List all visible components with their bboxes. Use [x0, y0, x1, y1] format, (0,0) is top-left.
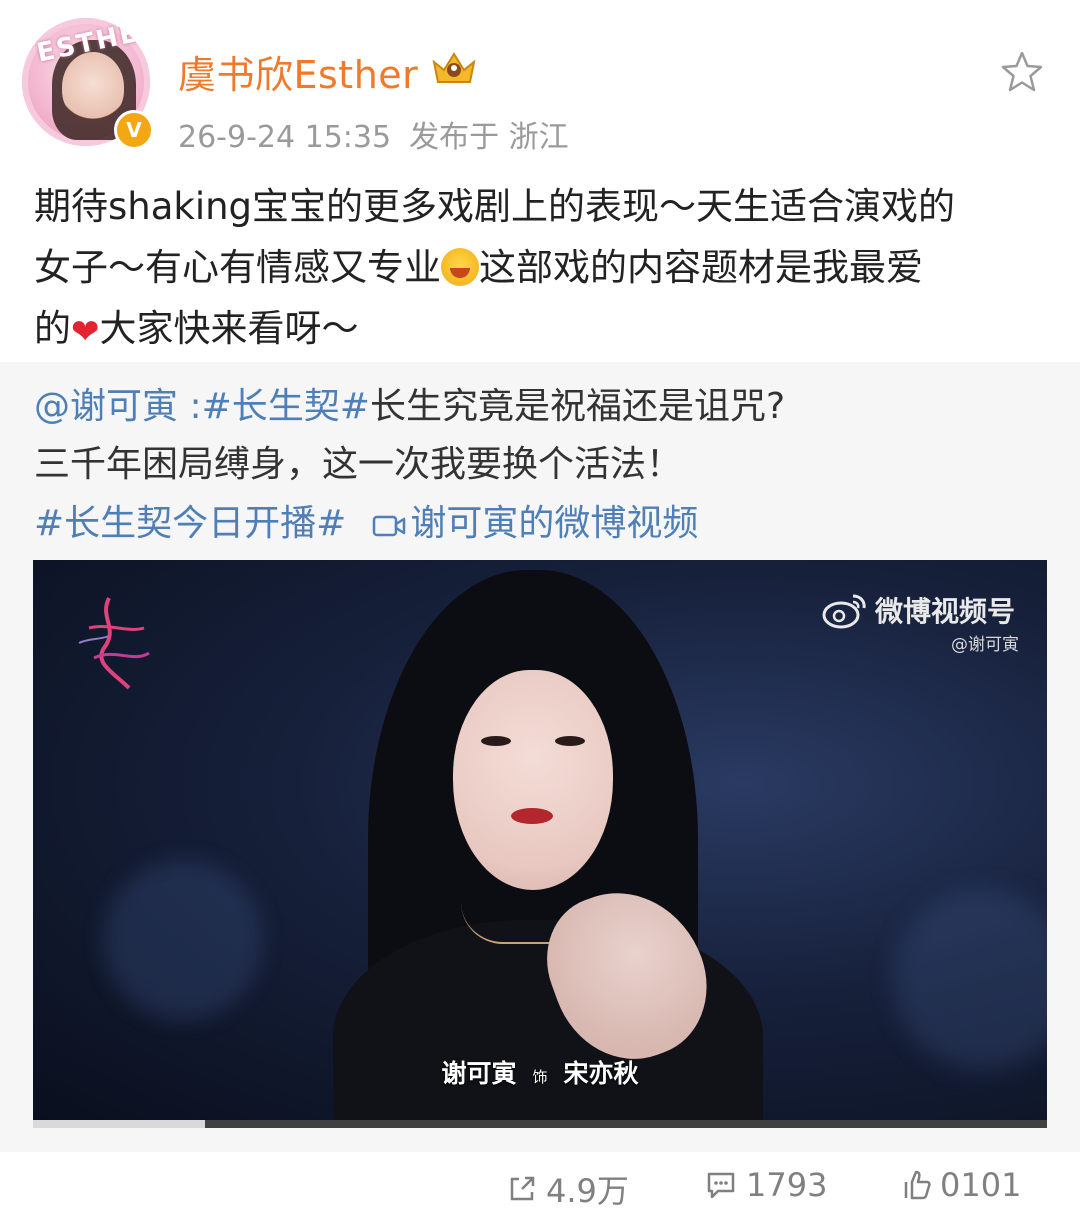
comment-count: 1793 — [746, 1166, 828, 1204]
watermark-title: 微博视频号 — [875, 595, 1016, 628]
post-text-line2a: 女子～有心有情感又专业 — [34, 246, 441, 289]
video-line: #长生契今日开播# 谢可寅的微博视频 — [34, 494, 698, 546]
show-logo-icon — [78, 597, 150, 690]
repost-text-line2: 三千年困局缚身，这一次我要换个活法！ — [34, 444, 683, 485]
avatar-face — [62, 52, 124, 122]
crown-icon — [432, 52, 476, 83]
bokeh-light — [893, 890, 1047, 1070]
bokeh-light — [103, 860, 263, 1020]
comment-button[interactable]: 1793 — [704, 1166, 827, 1204]
like-count: 0101 — [940, 1166, 1022, 1204]
video-figure-eye — [481, 736, 511, 746]
like-button[interactable]: 0101 — [900, 1166, 1021, 1204]
post-text-line1: 期待shaking宝宝的更多戏剧上的表现～天生适合演戏的 — [34, 185, 956, 228]
avatar[interactable]: ESTHER V — [22, 18, 154, 150]
subtitle-character: 宋亦秋 — [563, 1059, 639, 1088]
heart-emoji-icon: ❤ — [71, 312, 100, 352]
video-camera-icon — [373, 515, 406, 537]
location: 发布于 浙江 — [409, 120, 569, 155]
share-button[interactable]: 4.9万 — [506, 1166, 629, 1212]
post-meta: 26-9-24 15:35 发布于 浙江 — [178, 112, 569, 156]
post-text-line2b: 这部戏的内容题材是我最爱 — [479, 246, 923, 289]
video-link[interactable]: 谢可寅的微博视频 — [410, 503, 698, 544]
video-progress-bar[interactable] — [33, 1120, 1047, 1128]
video-figure-lips — [511, 808, 553, 824]
comment-icon — [707, 1172, 735, 1199]
thumbs-up-icon — [904, 1170, 931, 1200]
laugh-cry-emoji-icon — [441, 248, 479, 286]
video-player[interactable]: 微博视频号 @谢可寅 谢可寅饰宋亦秋 — [33, 560, 1047, 1120]
repost-text: @谢可寅 :#长生契#长生究竟是祝福还是诅咒? 三千年困局缚身，这一次我要换个活… — [34, 378, 1044, 494]
action-bar: 4.9万 1793 0101 — [0, 1152, 1080, 1226]
video-progress-fill — [33, 1120, 206, 1128]
hashtag-premiere-link[interactable]: #长生契今日开播# — [34, 503, 346, 544]
weibo-logo-icon — [822, 594, 866, 629]
mention-colon: : — [178, 386, 202, 427]
timestamp: 26-9-24 15:35 — [178, 120, 392, 155]
verified-badge-icon: V — [114, 110, 154, 150]
watermark-sub: @谢可寅 — [951, 635, 1019, 655]
post-text-line3b: 大家快来看呀～ — [99, 307, 359, 350]
subtitle-actor: 谢可寅 — [441, 1059, 517, 1088]
subtitle-role-word: 饰 — [532, 1068, 548, 1086]
share-count: 4.9万 — [546, 1172, 629, 1210]
post-text-line3a: 的 — [34, 307, 71, 350]
video-subtitle: 谢可寅饰宋亦秋 — [33, 1054, 1047, 1090]
share-icon — [510, 1176, 535, 1201]
mention-link[interactable]: @谢可寅 — [34, 386, 178, 427]
hashtag-link[interactable]: #长生契# — [202, 386, 370, 427]
star-icon[interactable] — [1000, 50, 1044, 94]
video-figure-face — [453, 670, 613, 890]
post-text: 期待shaking宝宝的更多戏剧上的表现～天生适合演戏的 女子～有心有情感又专业… — [34, 176, 1049, 363]
user-name[interactable]: 虞书欣Esther — [178, 44, 418, 99]
repost-box[interactable]: @谢可寅 :#长生契#长生究竟是祝福还是诅咒? 三千年困局缚身，这一次我要换个活… — [0, 362, 1080, 1152]
repost-text-line1: 长生究竟是祝福还是诅咒? — [369, 386, 786, 427]
video-figure-eye — [555, 736, 585, 746]
post-header: ESTHER V 虞书欣Esther 26-9-24 15:35 发布于 浙江 — [0, 0, 1080, 160]
